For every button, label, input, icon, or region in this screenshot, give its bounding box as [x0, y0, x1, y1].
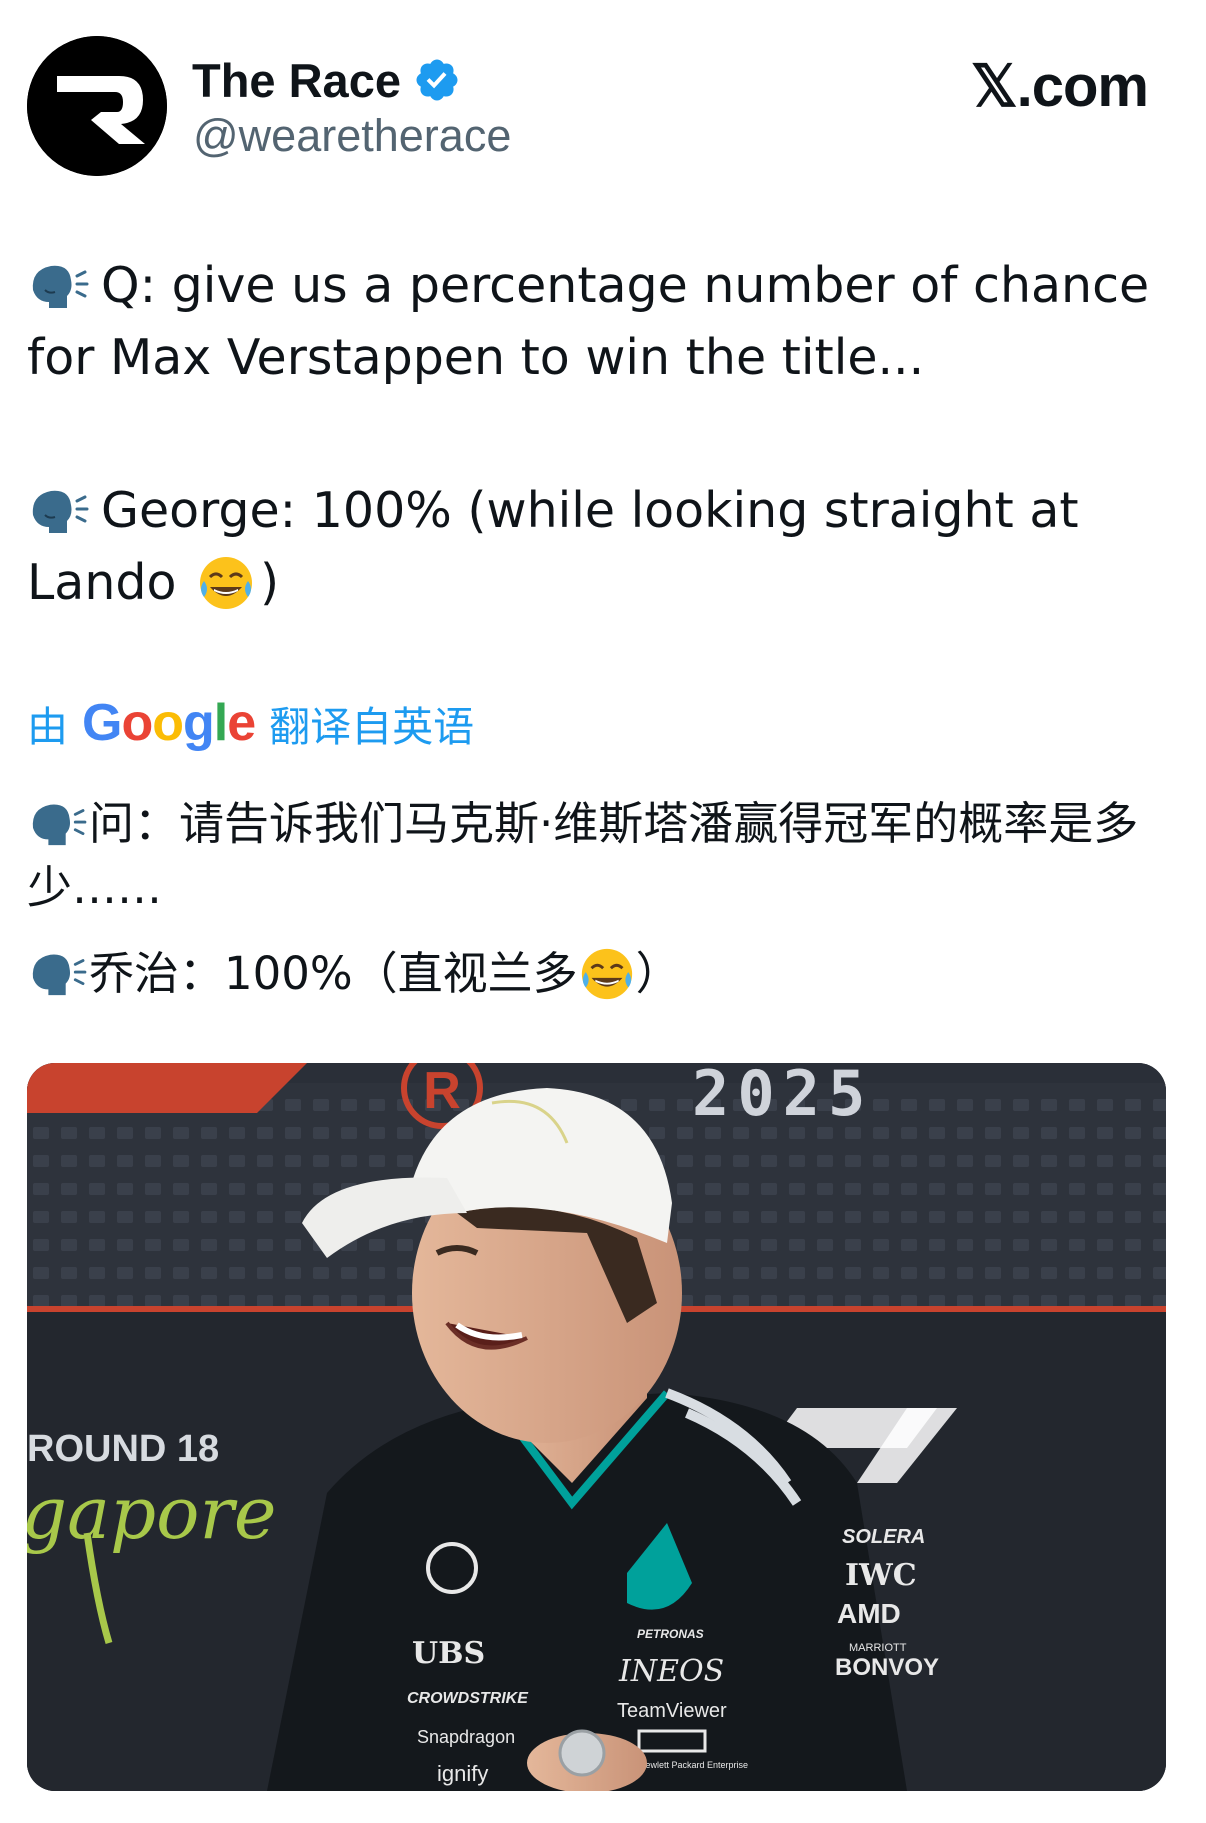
- location-script: gapore: [27, 1471, 276, 1555]
- sponsor-ineos: INEOS: [618, 1654, 724, 1689]
- svg-text:R: R: [423, 1063, 461, 1120]
- google-logo: Google: [82, 694, 256, 752]
- speaking-head-icon: [32, 265, 89, 308]
- speaking-head-icon: [32, 954, 87, 996]
- translated-question-text: 问：请告诉我们马克斯·维斯塔潘赢得冠军的概率是多少……: [27, 797, 1139, 914]
- tweet-question: Q: give us a percentage number of chance…: [27, 250, 1167, 394]
- sponsor-hpe: Hewlett Packard Enterprise: [639, 1760, 748, 1770]
- backdrop-year: 2025: [692, 1063, 873, 1130]
- race-r-logo-icon: [27, 36, 167, 176]
- translated-question: 问：请告诉我们马克斯·维斯塔潘赢得冠军的概率是多少……: [27, 792, 1177, 920]
- sponsor-teamviewer: TeamViewer: [617, 1700, 727, 1722]
- translated-answer: 乔治：100%（直视兰多 ）: [27, 942, 1177, 1006]
- translation-suffix: 翻译自英语: [269, 703, 475, 751]
- sponsor-bonvoy: BONVOY: [835, 1654, 939, 1681]
- translation-attribution[interactable]: 由 Google 翻译自英语: [27, 690, 474, 756]
- sponsor-ubs: UBS: [412, 1636, 485, 1671]
- sponsor-iwc: IWC: [845, 1558, 917, 1593]
- speaking-head-icon: [32, 804, 87, 846]
- tears-of-joy-emoji: [581, 948, 632, 1000]
- sponsor-snapdragon: Snapdragon: [417, 1727, 515, 1747]
- author-handle[interactable]: @wearetherace: [193, 108, 511, 164]
- tears-of-joy-emoji: [200, 557, 253, 609]
- sponsor-crowdstrike: CROWDSTRIKE: [407, 1690, 529, 1707]
- sponsor-marriott: MARRIOTT: [849, 1642, 907, 1654]
- sponsor-solera: SOLERA: [842, 1526, 925, 1548]
- site-label: 𝕏.com: [970, 54, 1149, 119]
- sponsor-amd: AMD: [837, 1598, 901, 1629]
- translation-prefix: 由: [27, 703, 68, 751]
- tweet-question-text: Q: give us a percentage number of chance…: [27, 257, 1150, 386]
- tweet-media-photo[interactable]: R 2025 ROUND 18 gapore UBS CROWDSTRIKE S…: [27, 1063, 1166, 1791]
- verified-badge-icon: [416, 59, 458, 101]
- author-name-row: The Race: [192, 48, 461, 112]
- speaking-head-icon: [32, 490, 89, 533]
- tweet-answer-close: ): [260, 554, 280, 611]
- translated-answer-text: 乔治：100%（直视兰多: [89, 947, 578, 1000]
- display-name[interactable]: The Race: [192, 57, 401, 104]
- round-label: ROUND 18: [27, 1428, 219, 1470]
- tweet-answer-text: George: 100% (while looking straight at …: [27, 482, 1079, 611]
- press-conference-photo: R 2025 ROUND 18 gapore UBS CROWDSTRIKE S…: [27, 1063, 1166, 1791]
- avatar[interactable]: [27, 36, 167, 176]
- translated-answer-close: ）: [635, 947, 681, 1000]
- sponsor-ignify: ignify: [437, 1761, 488, 1786]
- tweet-answer: George: 100% (while looking straight at …: [27, 475, 1167, 619]
- sponsor-petronas: PETRONAS: [637, 1627, 704, 1641]
